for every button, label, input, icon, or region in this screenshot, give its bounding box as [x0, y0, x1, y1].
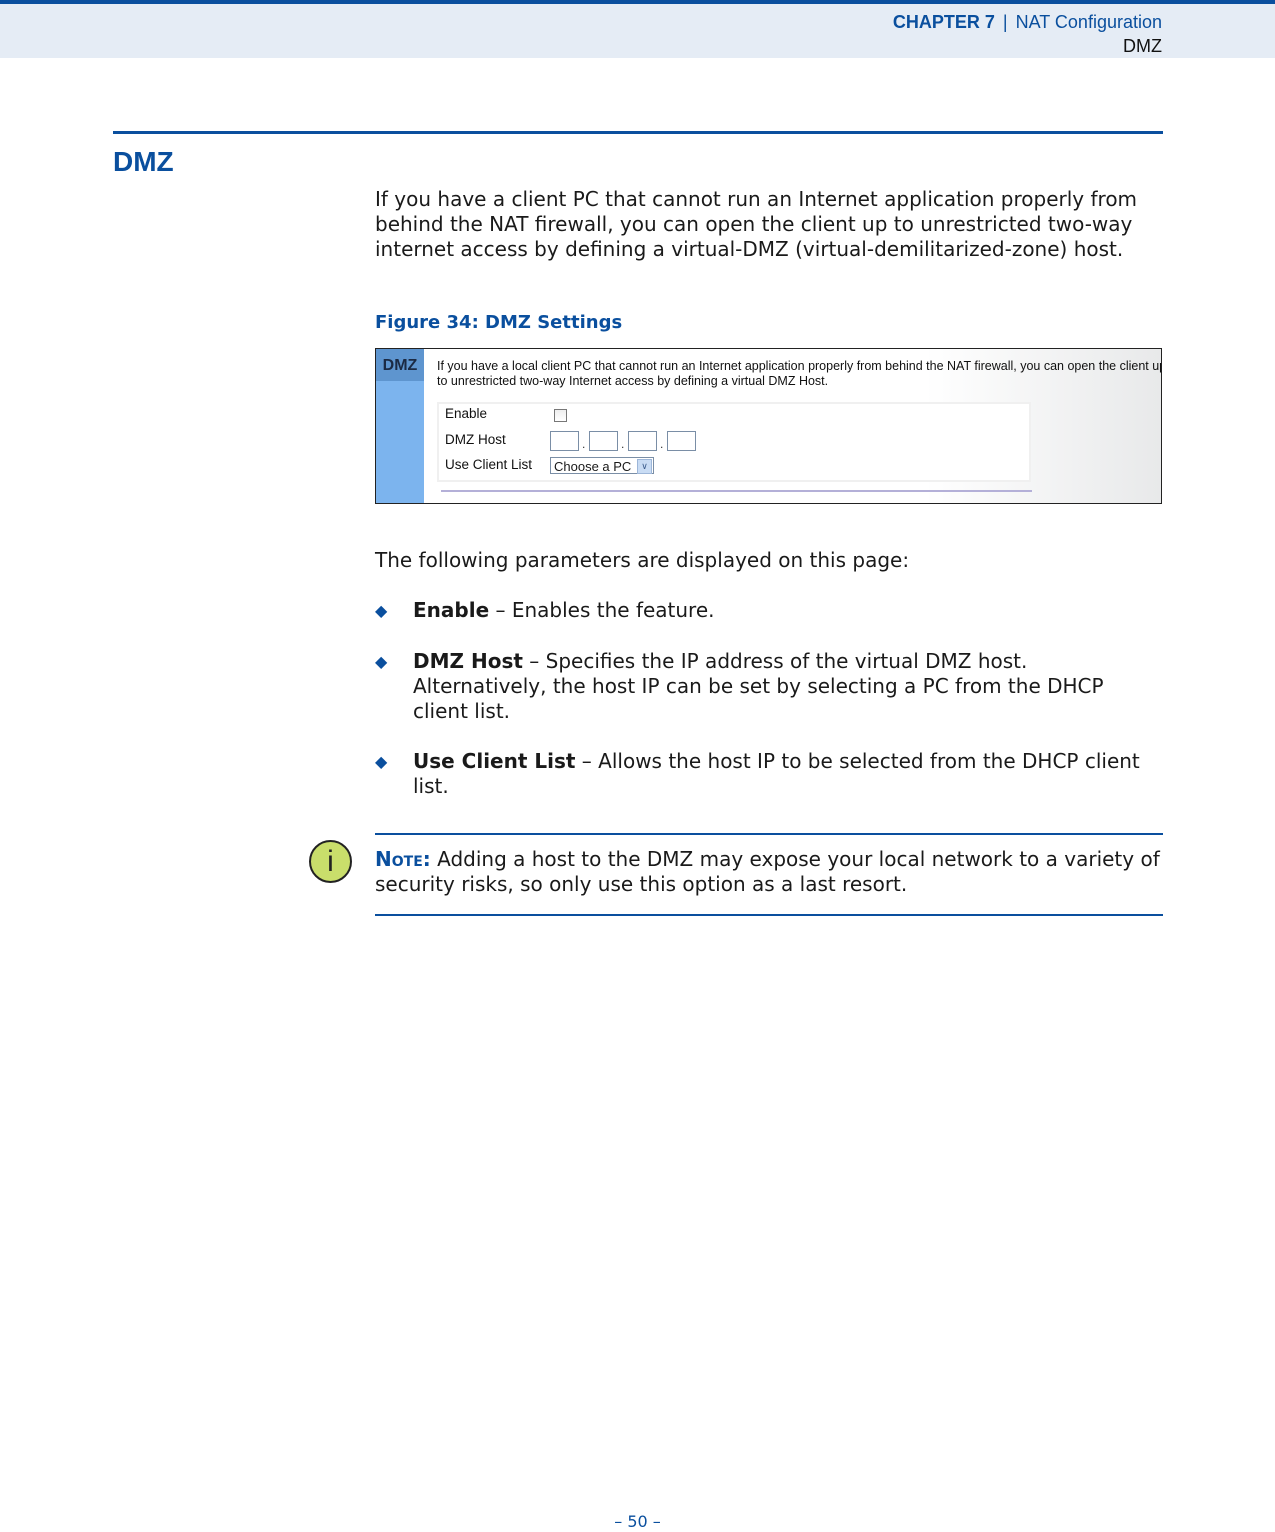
diamond-bullet-icon: ◆: [375, 652, 388, 671]
chevron-down-icon[interactable]: ∨: [637, 459, 652, 474]
ip-octet-4-input[interactable]: [667, 431, 696, 451]
diamond-bullet-icon: ◆: [375, 752, 388, 771]
figure-divider: [441, 490, 1032, 492]
note-label: Note:: [375, 847, 431, 871]
note: Note: Adding a host to the DMZ may expos…: [375, 847, 1165, 897]
client-list-selected-value: Choose a PC: [554, 459, 632, 474]
dmz-settings-figure: DMZ If you have a local client PC that c…: [375, 348, 1162, 504]
section-title: DMZ: [113, 146, 174, 177]
ip-separator: .: [621, 437, 625, 451]
note-text: Adding a host to the DMZ may expose your…: [375, 847, 1160, 896]
header-chapter-line: CHAPTER 7 | NAT Configuration: [893, 12, 1162, 33]
figure-description: If you have a local client PC that canno…: [437, 359, 1162, 389]
diamond-bullet-icon: ◆: [375, 601, 388, 620]
param-term: Use Client List: [413, 749, 576, 773]
figure-description-line-1: If you have a local client PC that canno…: [437, 359, 1162, 373]
note-rule-bottom: [375, 914, 1163, 916]
ip-separator: .: [660, 437, 664, 451]
params-intro: The following parameters are displayed o…: [375, 548, 910, 572]
client-list-label: Use Client List: [445, 457, 533, 472]
ip-octet-2-input[interactable]: [589, 431, 618, 451]
dmz-host-label: DMZ Host: [445, 432, 506, 447]
header-separator: |: [1002, 12, 1008, 32]
param-desc: – Enables the feature.: [489, 598, 715, 622]
param-term: Enable: [413, 598, 490, 622]
figure-caption: Figure 34: DMZ Settings: [375, 312, 623, 333]
enable-checkbox[interactable]: [554, 409, 567, 422]
figure-description-line-2: to unrestricted two-way Internet access …: [437, 374, 829, 388]
figure-sidebar: DMZ: [376, 349, 424, 503]
client-list-select[interactable]: Choose a PC ∨: [550, 457, 654, 474]
header-chapter-title: NAT Configuration: [1015, 12, 1162, 32]
header-section: DMZ: [1123, 36, 1162, 56]
note-rule-top: [375, 833, 1163, 835]
ip-octet-1-input[interactable]: [550, 431, 579, 451]
figure-panel-title: DMZ: [376, 349, 424, 381]
page-header-band: CHAPTER 7 | NAT Configuration DMZ: [0, 0, 1275, 58]
intro-paragraph: If you have a client PC that cannot run …: [375, 187, 1138, 261]
section-rule: [113, 131, 1163, 134]
dmz-form: Enable DMZ Host . . . Use Client List Ch…: [437, 402, 1031, 482]
param-term: DMZ Host: [413, 649, 523, 673]
ip-octet-3-input[interactable]: [628, 431, 657, 451]
ip-separator: .: [582, 437, 586, 451]
info-icon: i: [309, 840, 352, 883]
header-chapter: CHAPTER 7: [892, 12, 995, 32]
page-number: – 50 –: [614, 1512, 661, 1531]
enable-label: Enable: [445, 406, 488, 421]
